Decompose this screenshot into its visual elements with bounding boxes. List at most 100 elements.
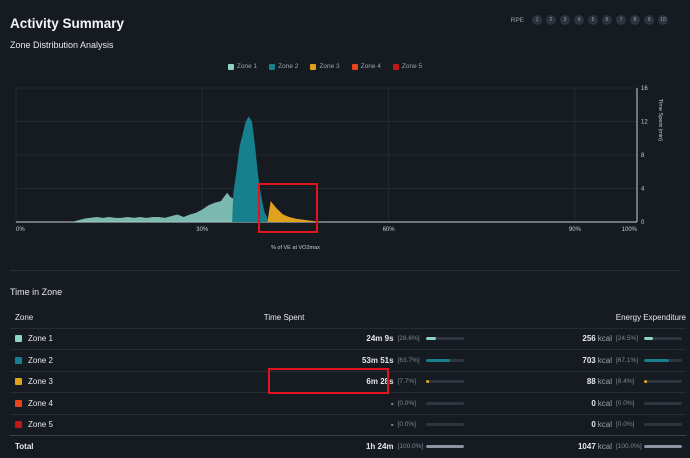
zone-label: Zone 4 — [28, 398, 53, 408]
total-energy-bar — [644, 445, 682, 448]
zone-swatch — [15, 356, 22, 364]
kcal-value: 256 — [582, 334, 596, 344]
kcal-unit: kcal — [597, 334, 612, 344]
total-label: Total — [10, 435, 98, 457]
zone-label: Zone 1 — [28, 334, 53, 344]
table-header-row: Zone Time Spent Energy Expenditure — [10, 308, 686, 328]
chart-legend: Zone 1 Zone 2 Zone 3 Zone 4 Zone 5 — [0, 63, 690, 70]
chart-subtitle: Zone Distribution Analysis — [10, 40, 114, 50]
zone-label: Zone 3 — [28, 377, 53, 387]
y-tick-label: 4 — [641, 187, 645, 193]
energy-bar — [644, 401, 682, 405]
rpe-option-4[interactable]: 4 — [574, 15, 584, 25]
legend-label: Zone 2 — [278, 63, 299, 70]
legend-swatch — [392, 63, 399, 70]
table-row: Zone 1 24m 9s [28.6%] 256 kcal [24.5%] — [10, 327, 686, 350]
energy-bar — [644, 380, 682, 384]
highlight-box-zone3-time — [268, 368, 389, 394]
time-pct: [0.0%] — [397, 421, 416, 429]
time-cell: - [0.0%] — [97, 413, 466, 436]
energy-cell: 88 kcal [8.4%] — [465, 370, 686, 393]
rpe-selector: RPE 1 2 3 4 5 6 7 8 9 10 — [511, 15, 668, 25]
rpe-option-10[interactable]: 10 — [658, 15, 668, 25]
kcal-pct: [24.5%] — [616, 335, 639, 343]
time-cell: 24m 9s [28.6%] — [97, 327, 466, 350]
time-value: 24m 9s — [366, 334, 394, 344]
legend-label: Zone 5 — [401, 63, 423, 70]
energy-bar — [644, 358, 682, 362]
kcal-value: 88 — [586, 377, 596, 387]
time-value: 53m 51s — [361, 355, 394, 365]
y-tick-label: 0 — [641, 220, 645, 226]
time-bar — [425, 380, 464, 384]
zone-cell: Zone 5 — [10, 413, 98, 436]
kcal-pct: [8.4%] — [616, 378, 635, 386]
zone-swatch — [15, 421, 22, 429]
rpe-option-3[interactable]: 3 — [560, 15, 570, 25]
time-cell: - [0.0%] — [97, 392, 466, 414]
total-kcal-pct: [100.0%] — [616, 443, 642, 450]
table-row: Zone 4 - [0.0%] 0 kcal [0.0%] — [10, 392, 686, 414]
y-axis-label: Time Spent (min) — [657, 99, 663, 141]
header-zone: Zone — [15, 313, 34, 323]
zone-cell: Zone 1 — [10, 327, 98, 350]
time-bar — [425, 401, 464, 405]
legend-label: Zone 3 — [319, 63, 340, 70]
legend-label: Zone 4 — [360, 63, 381, 70]
table-total-row: Total 1h 24m [100.0%] 1047 kcal [100.0%] — [10, 435, 686, 457]
zone-swatch — [15, 378, 22, 386]
rpe-option-6[interactable]: 6 — [602, 15, 612, 25]
total-kcal: 1047 — [577, 442, 596, 451]
zone-label: Zone 2 — [28, 355, 53, 365]
section-divider — [10, 270, 680, 271]
rpe-option-5[interactable]: 5 — [588, 15, 598, 25]
kcal-unit: kcal — [597, 420, 612, 430]
zone-cell: Zone 4 — [10, 392, 98, 414]
series-area-zone-1 — [71, 192, 234, 222]
legend-zone-1[interactable]: Zone 1 — [227, 63, 257, 70]
energy-cell: 703 kcal [67.1%] — [465, 349, 686, 371]
kcal-value: 0 — [591, 420, 596, 430]
total-time: 1h 24m — [365, 442, 394, 451]
kcal-pct: [0.0%] — [616, 421, 635, 429]
legend-zone-2[interactable]: Zone 2 — [269, 63, 298, 70]
rpe-option-8[interactable]: 8 — [630, 15, 640, 25]
x-axis-label: % of VE at VO2max — [271, 245, 320, 251]
x-tick-label: 100% — [622, 227, 638, 233]
kcal-value: 703 — [582, 355, 596, 365]
time-value: - — [390, 420, 394, 430]
time-bar — [425, 358, 464, 362]
rpe-option-2[interactable]: 2 — [546, 15, 556, 25]
legend-zone-3[interactable]: Zone 3 — [310, 63, 340, 70]
rpe-option-9[interactable]: 9 — [644, 15, 654, 25]
header-time-spent: Time Spent — [263, 313, 305, 323]
energy-cell: 0 kcal [0.0%] — [465, 392, 686, 414]
legend-swatch — [310, 63, 317, 70]
total-time-pct: [100.0%] — [397, 443, 424, 450]
kcal-pct: [67.1%] — [616, 356, 639, 364]
time-pct: [7.7%] — [397, 378, 416, 386]
rpe-option-1[interactable]: 1 — [532, 15, 542, 25]
time-pct: [28.6%] — [397, 335, 420, 343]
kcal-unit: kcal — [597, 377, 612, 387]
energy-cell: 0 kcal [0.0%] — [465, 413, 686, 436]
total-kcal-unit: kcal — [597, 442, 612, 451]
zone-swatch — [15, 399, 22, 407]
zone-swatch — [15, 335, 22, 343]
rpe-option-7[interactable]: 7 — [616, 15, 626, 25]
total-energy-cell: 1047 kcal [100.0%] — [465, 435, 686, 457]
zone-cell: Zone 3 — [10, 370, 98, 393]
legend-zone-4[interactable]: Zone 4 — [351, 63, 381, 70]
legend-zone-5[interactable]: Zone 5 — [392, 63, 423, 70]
x-tick-label: 30% — [196, 227, 209, 233]
time-pct: [63.7%] — [397, 356, 420, 364]
time-pct: [0.0%] — [397, 399, 416, 407]
kcal-unit: kcal — [597, 398, 612, 408]
y-tick-label: 8 — [641, 153, 645, 159]
time-bar — [425, 423, 464, 427]
x-tick-label: 60% — [383, 227, 396, 233]
legend-swatch — [351, 63, 358, 70]
zone-cell: Zone 2 — [10, 349, 98, 371]
time-value: - — [390, 398, 394, 408]
zone-label: Zone 5 — [28, 420, 53, 430]
